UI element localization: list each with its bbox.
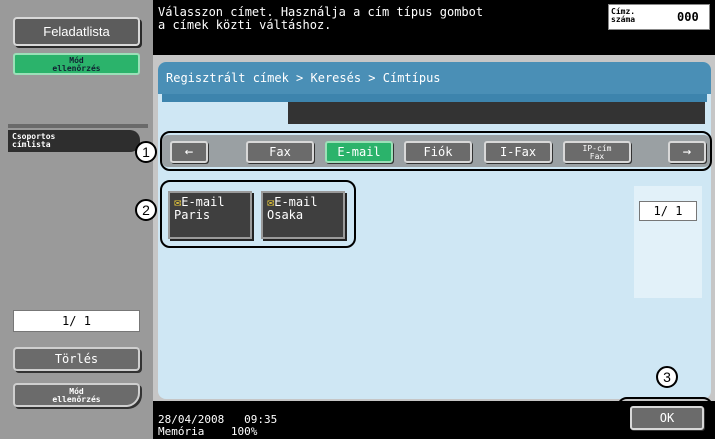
- recipient-count-value: 000: [677, 10, 699, 24]
- callout-frame-1: [160, 131, 712, 171]
- callout-frame-3: [617, 397, 713, 434]
- delete-button[interactable]: Törlés: [13, 347, 140, 371]
- page-indicator: 1/ 1: [639, 201, 697, 221]
- instruction-message: Válasszon címet. Használja a cím típus g…: [158, 5, 484, 32]
- callout-number-1: 1: [135, 141, 157, 163]
- callout-number-3: 3: [656, 366, 678, 388]
- title-underline: [162, 94, 707, 102]
- callout-number-2: 2: [135, 199, 157, 221]
- callout-frame-2: [160, 180, 356, 248]
- memory-text: Memória 100%: [158, 425, 258, 438]
- recipient-count-box: Címz. száma 000: [608, 4, 710, 30]
- breadcrumb: Regisztrált címek > Keresés > Címtípus: [158, 62, 711, 94]
- mode-check-top-button[interactable]: Mód ellenőrzés: [13, 53, 140, 75]
- left-divider: [8, 124, 148, 128]
- page-counter-left: 1/ 1: [13, 310, 140, 332]
- job-list-button[interactable]: Feladatlista: [13, 17, 140, 46]
- search-display-field: [288, 102, 705, 124]
- recipient-count-label: Címz. száma: [611, 7, 636, 24]
- mode-check-bottom-button[interactable]: Mód ellenőrzés: [13, 383, 140, 407]
- group-list-tab[interactable]: Csoportos címlista: [8, 130, 140, 152]
